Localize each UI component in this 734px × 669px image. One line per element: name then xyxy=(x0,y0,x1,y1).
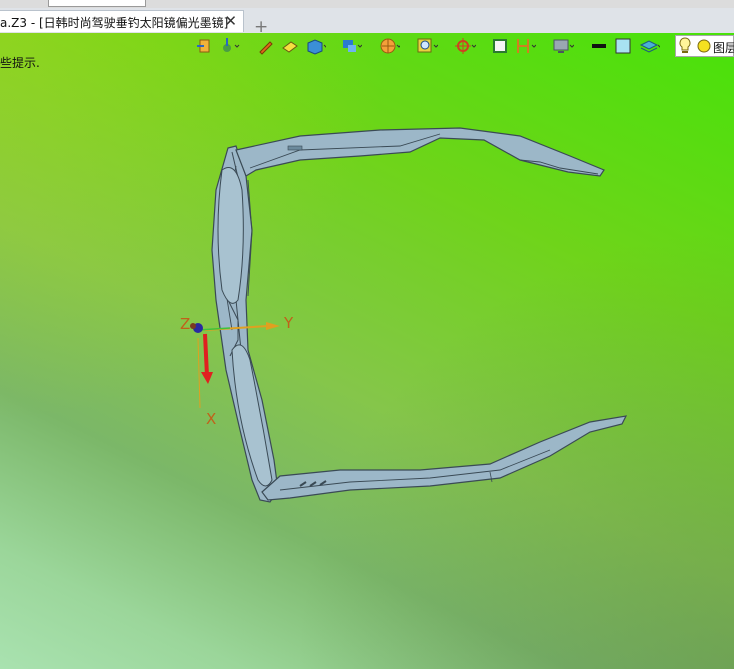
sunglasses-model[interactable]: Z Y X xyxy=(0,0,734,669)
axis-y-label: Y xyxy=(283,314,294,332)
axis-x-label: X xyxy=(206,410,216,428)
axis-z-label: Z xyxy=(180,315,190,333)
temple-arm-top xyxy=(235,127,605,177)
temple-arm-bottom xyxy=(261,415,628,501)
